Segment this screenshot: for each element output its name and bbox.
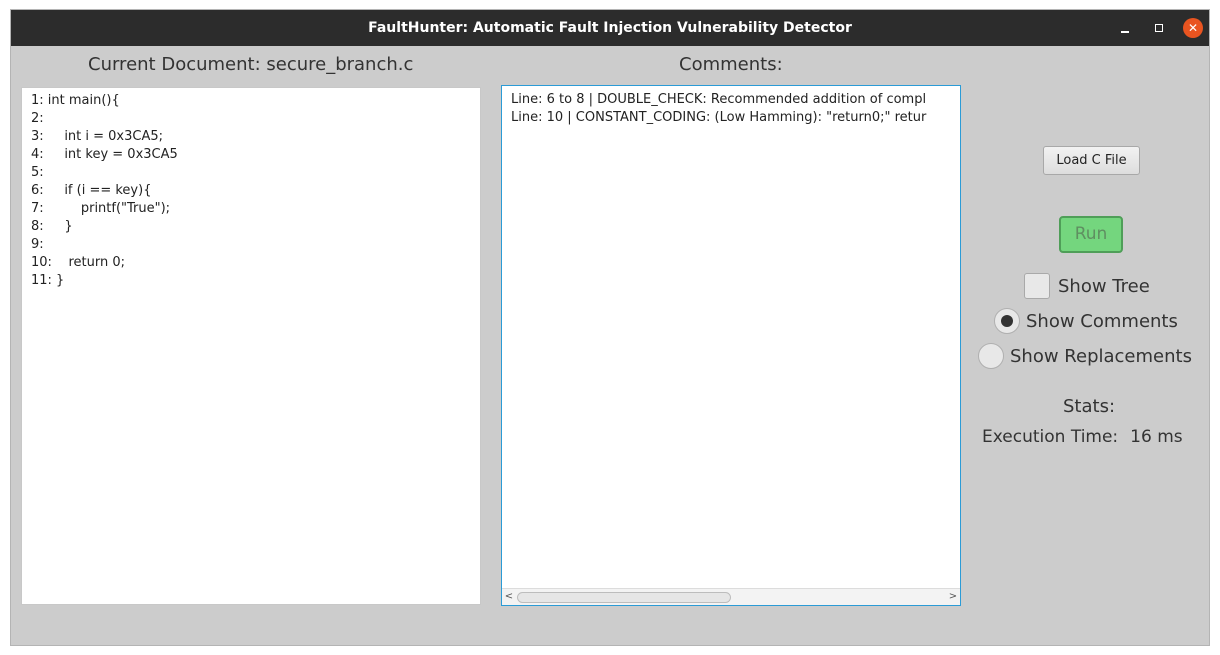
comment-line[interactable]: Line: 10 | CONSTANT_CODING: (Low Hamming… [511, 109, 960, 127]
code-line: 10: return 0; [31, 255, 125, 270]
checkbox-icon[interactable] [1024, 273, 1050, 299]
app-window: FaultHunter: Automatic Fault Injection V… [10, 9, 1210, 646]
close-icon: ✕ [1187, 21, 1199, 35]
comments-area[interactable]: Line: 6 to 8 | DOUBLE_CHECK: Recommended… [501, 85, 961, 606]
comments-list: Line: 6 to 8 | DOUBLE_CHECK: Recommended… [511, 91, 960, 127]
code-line: 11: } [31, 273, 65, 288]
comments-heading: Comments: [679, 54, 783, 75]
code-line: 9: [31, 237, 44, 252]
show-tree-checkbox[interactable]: Show Tree [1024, 273, 1150, 299]
document-heading: Current Document: secure_branch.c [88, 54, 414, 75]
show-comments-label: Show Comments [1026, 310, 1178, 332]
code-line: 7: printf("True"); [31, 201, 171, 216]
show-comments-radio[interactable]: Show Comments [994, 308, 1178, 334]
scroll-right-icon[interactable]: > [946, 589, 960, 605]
code-line: 4: int key = 0x3CA5 [31, 147, 178, 162]
minimize-icon [1121, 31, 1129, 33]
comment-line[interactable]: Line: 6 to 8 | DOUBLE_CHECK: Recommended… [511, 91, 960, 109]
close-button[interactable]: ✕ [1183, 18, 1203, 38]
code-line: 5: [31, 165, 44, 180]
minimize-button[interactable] [1115, 18, 1135, 38]
scroll-thumb[interactable] [517, 592, 731, 603]
stats-label: Stats: [1063, 396, 1116, 417]
show-tree-label: Show Tree [1058, 275, 1150, 297]
show-replacements-label: Show Replacements [1010, 345, 1192, 367]
code-line: 3: int i = 0x3CA5; [31, 129, 164, 144]
execution-time-label: Execution Time: [982, 427, 1119, 447]
source-code-area[interactable]: 1: int main(){ 2: 3: int i = 0x3CA5; 4: … [21, 87, 481, 605]
show-replacements-radio[interactable]: Show Replacements [978, 343, 1192, 369]
scroll-left-icon[interactable]: < [502, 589, 516, 605]
execution-time-row: Execution Time: 16 ms [982, 427, 1183, 447]
maximize-icon [1155, 24, 1163, 32]
load-c-file-button[interactable]: Load C File [1043, 146, 1140, 175]
code-line: 1: int main(){ [31, 93, 120, 108]
code-line: 8: } [31, 219, 73, 234]
radio-dot-icon [1001, 315, 1013, 327]
run-button[interactable]: Run [1059, 216, 1123, 253]
title-bar[interactable]: FaultHunter: Automatic Fault Injection V… [11, 10, 1209, 46]
maximize-button[interactable] [1149, 18, 1169, 38]
code-line: 2: [31, 111, 44, 126]
execution-time-value: 16 ms [1130, 427, 1183, 447]
radio-unselected-icon[interactable] [978, 343, 1004, 369]
horizontal-scrollbar[interactable]: < > [502, 588, 960, 605]
radio-selected-icon[interactable] [994, 308, 1020, 334]
code-line: 6: if (i == key){ [31, 183, 152, 198]
window-title: FaultHunter: Automatic Fault Injection V… [368, 20, 852, 36]
